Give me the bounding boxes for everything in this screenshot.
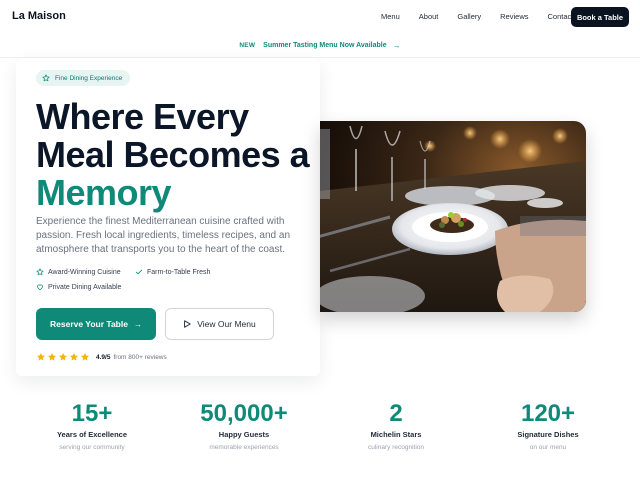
hero-headline: Where Every Meal Becomes a Memory	[36, 96, 310, 213]
star-icon	[48, 353, 56, 361]
headline-line-2: Meal Becomes a	[36, 134, 310, 175]
pill-label: Fine Dining Experience	[55, 74, 123, 82]
fine-dining-pill: Fine Dining Experience	[36, 70, 131, 86]
feature-label: Award-Winning Cuisine	[48, 268, 121, 276]
announcement-bar[interactable]: NEW Summer Tasting Menu Now Available →	[0, 38, 640, 52]
reserve-label: Reserve Your Table	[50, 319, 128, 329]
feature-farm: Farm-to-Table Fresh	[135, 268, 210, 276]
check-icon	[135, 269, 143, 275]
rating-summary: 4.9/5 from 800+ reviews	[36, 352, 167, 362]
nav-contact[interactable]: Contact	[547, 12, 573, 21]
star-rating	[36, 352, 91, 362]
site-header: La Maison Menu About Gallery Reviews Con…	[0, 0, 640, 34]
stat-value: 50,000+	[200, 400, 288, 427]
star-icon	[81, 353, 89, 361]
play-icon	[184, 320, 191, 328]
headline-accent: Memory	[36, 172, 172, 213]
main-nav: Menu About Gallery Reviews Contact	[381, 12, 573, 21]
feature-label: Farm-to-Table Fresh	[147, 268, 211, 276]
brand-logo[interactable]: La Maison	[12, 10, 66, 22]
view-menu-button[interactable]: View Our Menu	[165, 308, 274, 340]
rating-score: 4.9/5	[96, 353, 111, 361]
stat-dishes: 120+ Signature Dishes on our menu	[478, 400, 618, 451]
stat-label: Michelin Stars	[370, 430, 422, 439]
star-outline-icon	[42, 74, 50, 82]
award-icon	[36, 268, 44, 276]
hero-description: Experience the finest Mediterranean cuis…	[36, 216, 291, 255]
star-icon	[59, 353, 67, 361]
star-icon	[37, 353, 45, 361]
stat-years: 15+ Years of Excellence serving our comm…	[22, 400, 162, 451]
feature-private: Private Dining Available	[36, 283, 121, 291]
announcement-message[interactable]: Summer Tasting Menu Now Available	[263, 42, 386, 49]
stat-label: Signature Dishes	[517, 430, 579, 439]
hero-image	[320, 121, 586, 312]
stat-label: Years of Excellence	[56, 430, 128, 439]
stat-sub: serving our community	[59, 444, 125, 451]
stat-value: 2	[389, 400, 403, 427]
stat-sub: memorable experiences	[209, 444, 279, 451]
stat-sub: on our menu	[529, 444, 567, 451]
feature-award: Award-Winning Cuisine	[36, 268, 121, 276]
nav-reviews[interactable]: Reviews	[500, 12, 528, 21]
view-menu-label: View Our Menu	[197, 319, 256, 329]
nav-menu[interactable]: Menu	[381, 12, 400, 21]
book-table-button[interactable]: Book a Table	[571, 7, 629, 27]
new-badge: NEW	[239, 41, 256, 49]
headline-line-1: Where Every	[36, 96, 249, 137]
heart-icon	[37, 284, 43, 291]
stat-guests: 50,000+ Happy Guests memorable experienc…	[174, 400, 314, 451]
rating-reviews: from 800+ reviews	[113, 353, 167, 361]
stat-value: 15+	[71, 400, 113, 427]
arrow-right-icon: →	[133, 319, 142, 329]
star-icon	[70, 353, 78, 361]
nav-gallery[interactable]: Gallery	[457, 12, 481, 21]
stat-label: Happy Guests	[218, 430, 270, 439]
feature-label: Private Dining Available	[48, 283, 122, 291]
stat-value: 120+	[520, 400, 576, 427]
arrow-right-icon: →	[392, 40, 401, 50]
stat-sub: culinary recognition	[367, 444, 424, 451]
stat-michelin: 2 Michelin Stars culinary recognition	[326, 400, 466, 451]
reserve-table-button[interactable]: Reserve Your Table →	[36, 308, 156, 340]
nav-about[interactable]: About	[419, 12, 439, 21]
